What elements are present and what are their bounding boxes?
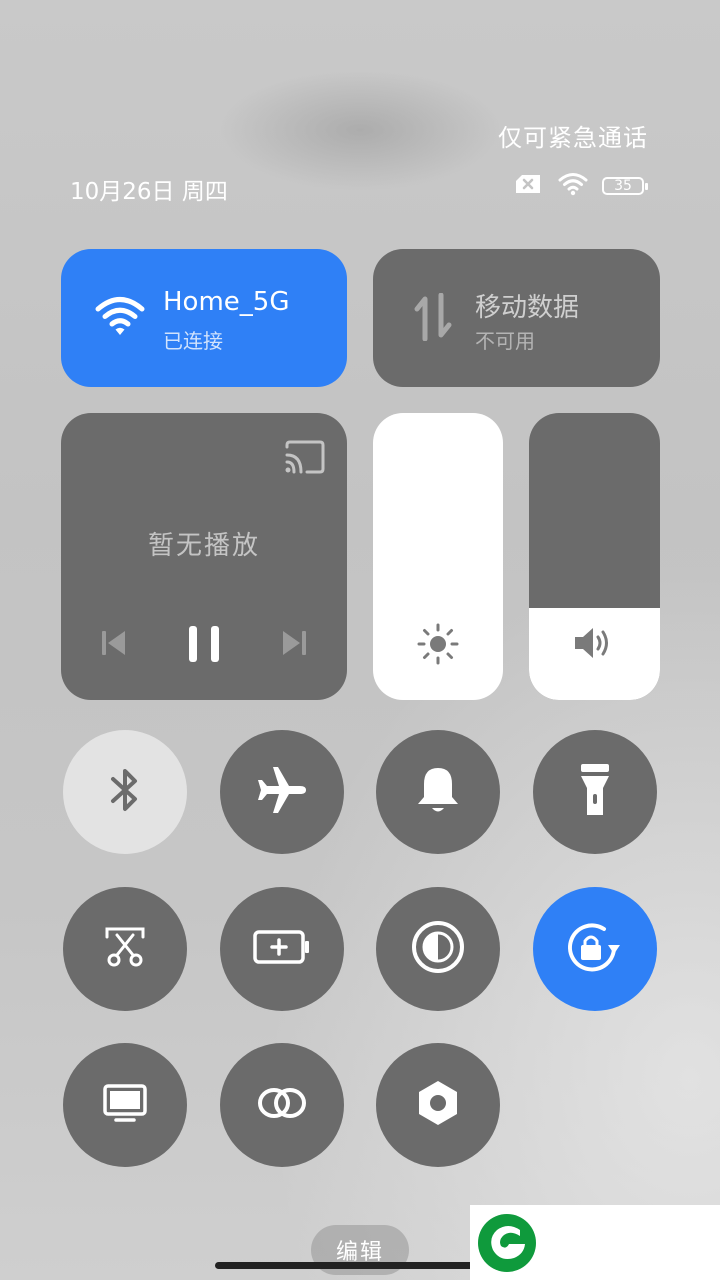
mobile-data-title: 移动数据 <box>475 293 580 323</box>
monitor-icon <box>102 1083 148 1127</box>
battery-saver-toggle[interactable] <box>220 887 344 1011</box>
wifi-status-icon <box>558 172 588 200</box>
airplane-mode-toggle[interactable] <box>220 730 344 854</box>
date-label: 10月26日 周四 <box>70 179 228 205</box>
watermark-logo <box>470 1205 720 1280</box>
status-icons: 35 <box>514 172 648 200</box>
settings-toggle[interactable] <box>376 1043 500 1167</box>
data-arrows-icon <box>413 292 453 345</box>
no-playback-text: 暂无播放 <box>147 531 260 561</box>
no-sim-icon <box>514 173 544 199</box>
brightness-slider[interactable] <box>373 413 503 700</box>
wifi-icon <box>95 295 145 341</box>
hexagon-nut-icon <box>416 1079 460 1131</box>
home-indicator[interactable] <box>215 1262 505 1269</box>
battery-plus-icon <box>253 930 311 968</box>
airplane-icon <box>256 764 308 820</box>
silent-mode-toggle[interactable] <box>376 730 500 854</box>
battery-indicator: 35 <box>602 177 648 195</box>
green-leaf-logo-icon <box>476 1212 538 1278</box>
wifi-status-text: 已连接 <box>163 329 223 353</box>
dark-mode-toggle[interactable] <box>376 887 500 1011</box>
media-player-tile: 暂无播放 <box>61 413 347 700</box>
pause-icon[interactable] <box>187 625 223 667</box>
flashlight-toggle[interactable] <box>533 730 657 854</box>
emergency-call-status: 仅可紧急通话 <box>498 124 648 152</box>
wifi-network-name: Home_5G <box>163 287 290 317</box>
contrast-icon <box>411 920 465 978</box>
cast-screen-toggle[interactable] <box>63 1043 187 1167</box>
volume-slider[interactable] <box>529 413 660 700</box>
cast-icon[interactable] <box>283 439 327 479</box>
bluetooth-icon <box>105 765 145 819</box>
screenshot-scissors-icon <box>103 925 147 973</box>
wifi-tile[interactable]: Home_5G 已连接 <box>61 249 347 387</box>
mobile-data-tile[interactable]: 移动数据 不可用 <box>373 249 660 387</box>
brightness-sun-icon <box>417 623 459 669</box>
next-track-icon[interactable] <box>281 629 307 661</box>
mobile-data-status: 不可用 <box>475 329 535 353</box>
rotation-lock-toggle[interactable] <box>533 887 657 1011</box>
speaker-icon <box>573 625 615 665</box>
flashlight-icon <box>579 762 611 822</box>
link-toggle[interactable] <box>220 1043 344 1167</box>
bell-icon <box>415 764 461 820</box>
rotation-lock-icon <box>564 919 626 979</box>
screenshot-toggle[interactable] <box>63 887 187 1011</box>
previous-track-icon[interactable] <box>101 629 127 661</box>
bluetooth-toggle[interactable] <box>63 730 187 854</box>
link-rings-icon <box>256 1085 308 1125</box>
